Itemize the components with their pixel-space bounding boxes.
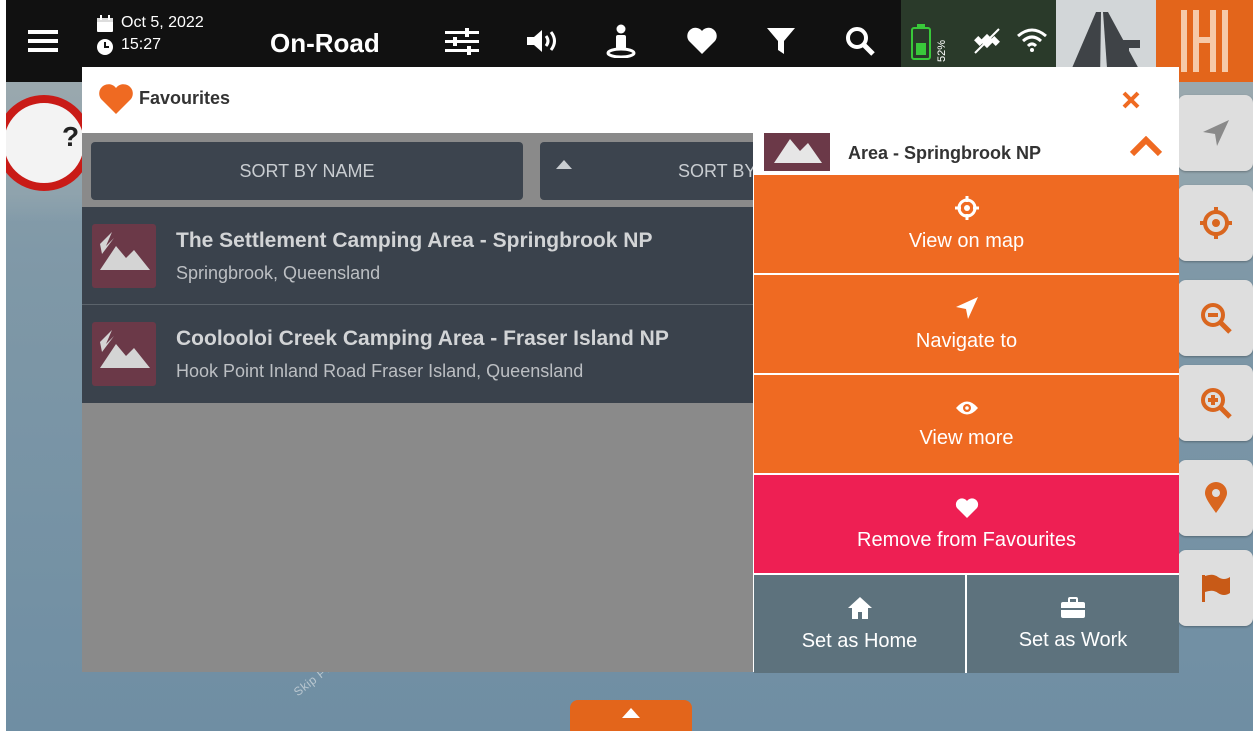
search-icon[interactable] [840, 24, 880, 58]
zoom-out-control[interactable] [1178, 280, 1253, 356]
clock-icon [96, 38, 114, 61]
list-item-title: Coolooloi Creek Camping Area - Fraser Is… [176, 327, 669, 350]
battery-icon [911, 24, 931, 65]
menu-icon[interactable] [24, 24, 62, 58]
view-on-map-label: View on map [908, 229, 1025, 252]
unknown-speed-glyph: ? [62, 121, 80, 152]
mountain-icon [764, 133, 830, 171]
volume-icon[interactable] [522, 24, 562, 58]
dialog-header: Favourites [82, 67, 1179, 133]
wifi-icon [1016, 26, 1048, 59]
navigate-to-button[interactable]: Navigate to [754, 275, 1179, 373]
flag-control[interactable] [1178, 550, 1253, 626]
set-as-work-button[interactable]: Set as Work [967, 575, 1179, 673]
list-item-subtitle: Hook Point Inland Road Fraser Island, Qu… [176, 361, 584, 381]
locate-control[interactable] [1178, 185, 1253, 261]
sliders-icon[interactable] [442, 24, 482, 58]
dialog-title: Favourites [139, 88, 231, 108]
mountain-icon [92, 322, 156, 386]
time-text: 15:27 [121, 36, 162, 53]
heart-icon [98, 83, 134, 120]
list-item-title: The Settlement Camping Area - Springbroo… [176, 229, 653, 252]
calendar-icon [96, 15, 114, 38]
navigate-control[interactable] [1178, 95, 1253, 171]
actions-panel-title: Area - Springbrook NP [848, 143, 1042, 163]
mountain-icon [92, 224, 156, 288]
set-as-home-label: Set as Home [801, 629, 918, 652]
briefcase-icon [1061, 596, 1085, 618]
remove-from-favourites-button[interactable]: Remove from Favourites [754, 475, 1179, 573]
set-as-work-label: Set as Work [1018, 628, 1128, 651]
view-more-label: View more [919, 426, 1014, 449]
eye-icon [955, 401, 978, 414]
sort-by-name-button[interactable]: SORT BY NAME [91, 142, 523, 200]
sort-by-other-label: SORT BY [678, 160, 757, 181]
sort-ascending-icon [556, 160, 572, 169]
home-icon [847, 596, 872, 619]
crosshair-icon [954, 195, 979, 220]
list-item-subtitle: Springbrook, Queensland [176, 263, 381, 283]
date-text: Oct 5, 2022 [121, 14, 204, 31]
favourite-actions-panel: Area - Springbrook NP View on map Naviga… [753, 132, 1179, 673]
route-mode[interactable]: On-Road [270, 28, 380, 59]
person-icon[interactable] [601, 22, 641, 60]
gps-off-icon [972, 26, 1002, 61]
set-as-home-button[interactable]: Set as Home [754, 575, 965, 673]
zoom-in-control[interactable] [1178, 365, 1253, 441]
filter-icon[interactable] [761, 24, 801, 58]
heart-icon[interactable] [682, 24, 722, 58]
view-on-map-button[interactable]: View on map [754, 175, 1179, 273]
navigate-arrow-icon [955, 296, 978, 319]
navigation-app-screen: Skip Point ? Oct 5, 2022 15:27 On-Road 5… [6, 0, 1253, 731]
actions-panel-header: Area - Springbrook NP [754, 133, 1179, 175]
close-icon[interactable] [1118, 87, 1144, 113]
chevron-up-icon [622, 708, 640, 718]
remove-from-favourites-label: Remove from Favourites [857, 528, 1076, 551]
battery-percentage: 52% [936, 39, 948, 62]
navigate-to-label: Navigate to [915, 329, 1018, 352]
pin-control[interactable] [1178, 460, 1253, 536]
heart-icon [955, 497, 978, 518]
chevron-up-icon[interactable] [1126, 133, 1166, 159]
view-more-button[interactable]: View more [754, 375, 1179, 473]
sort-by-name-label: SORT BY NAME [239, 160, 375, 181]
bottom-drawer-handle[interactable] [570, 700, 692, 731]
